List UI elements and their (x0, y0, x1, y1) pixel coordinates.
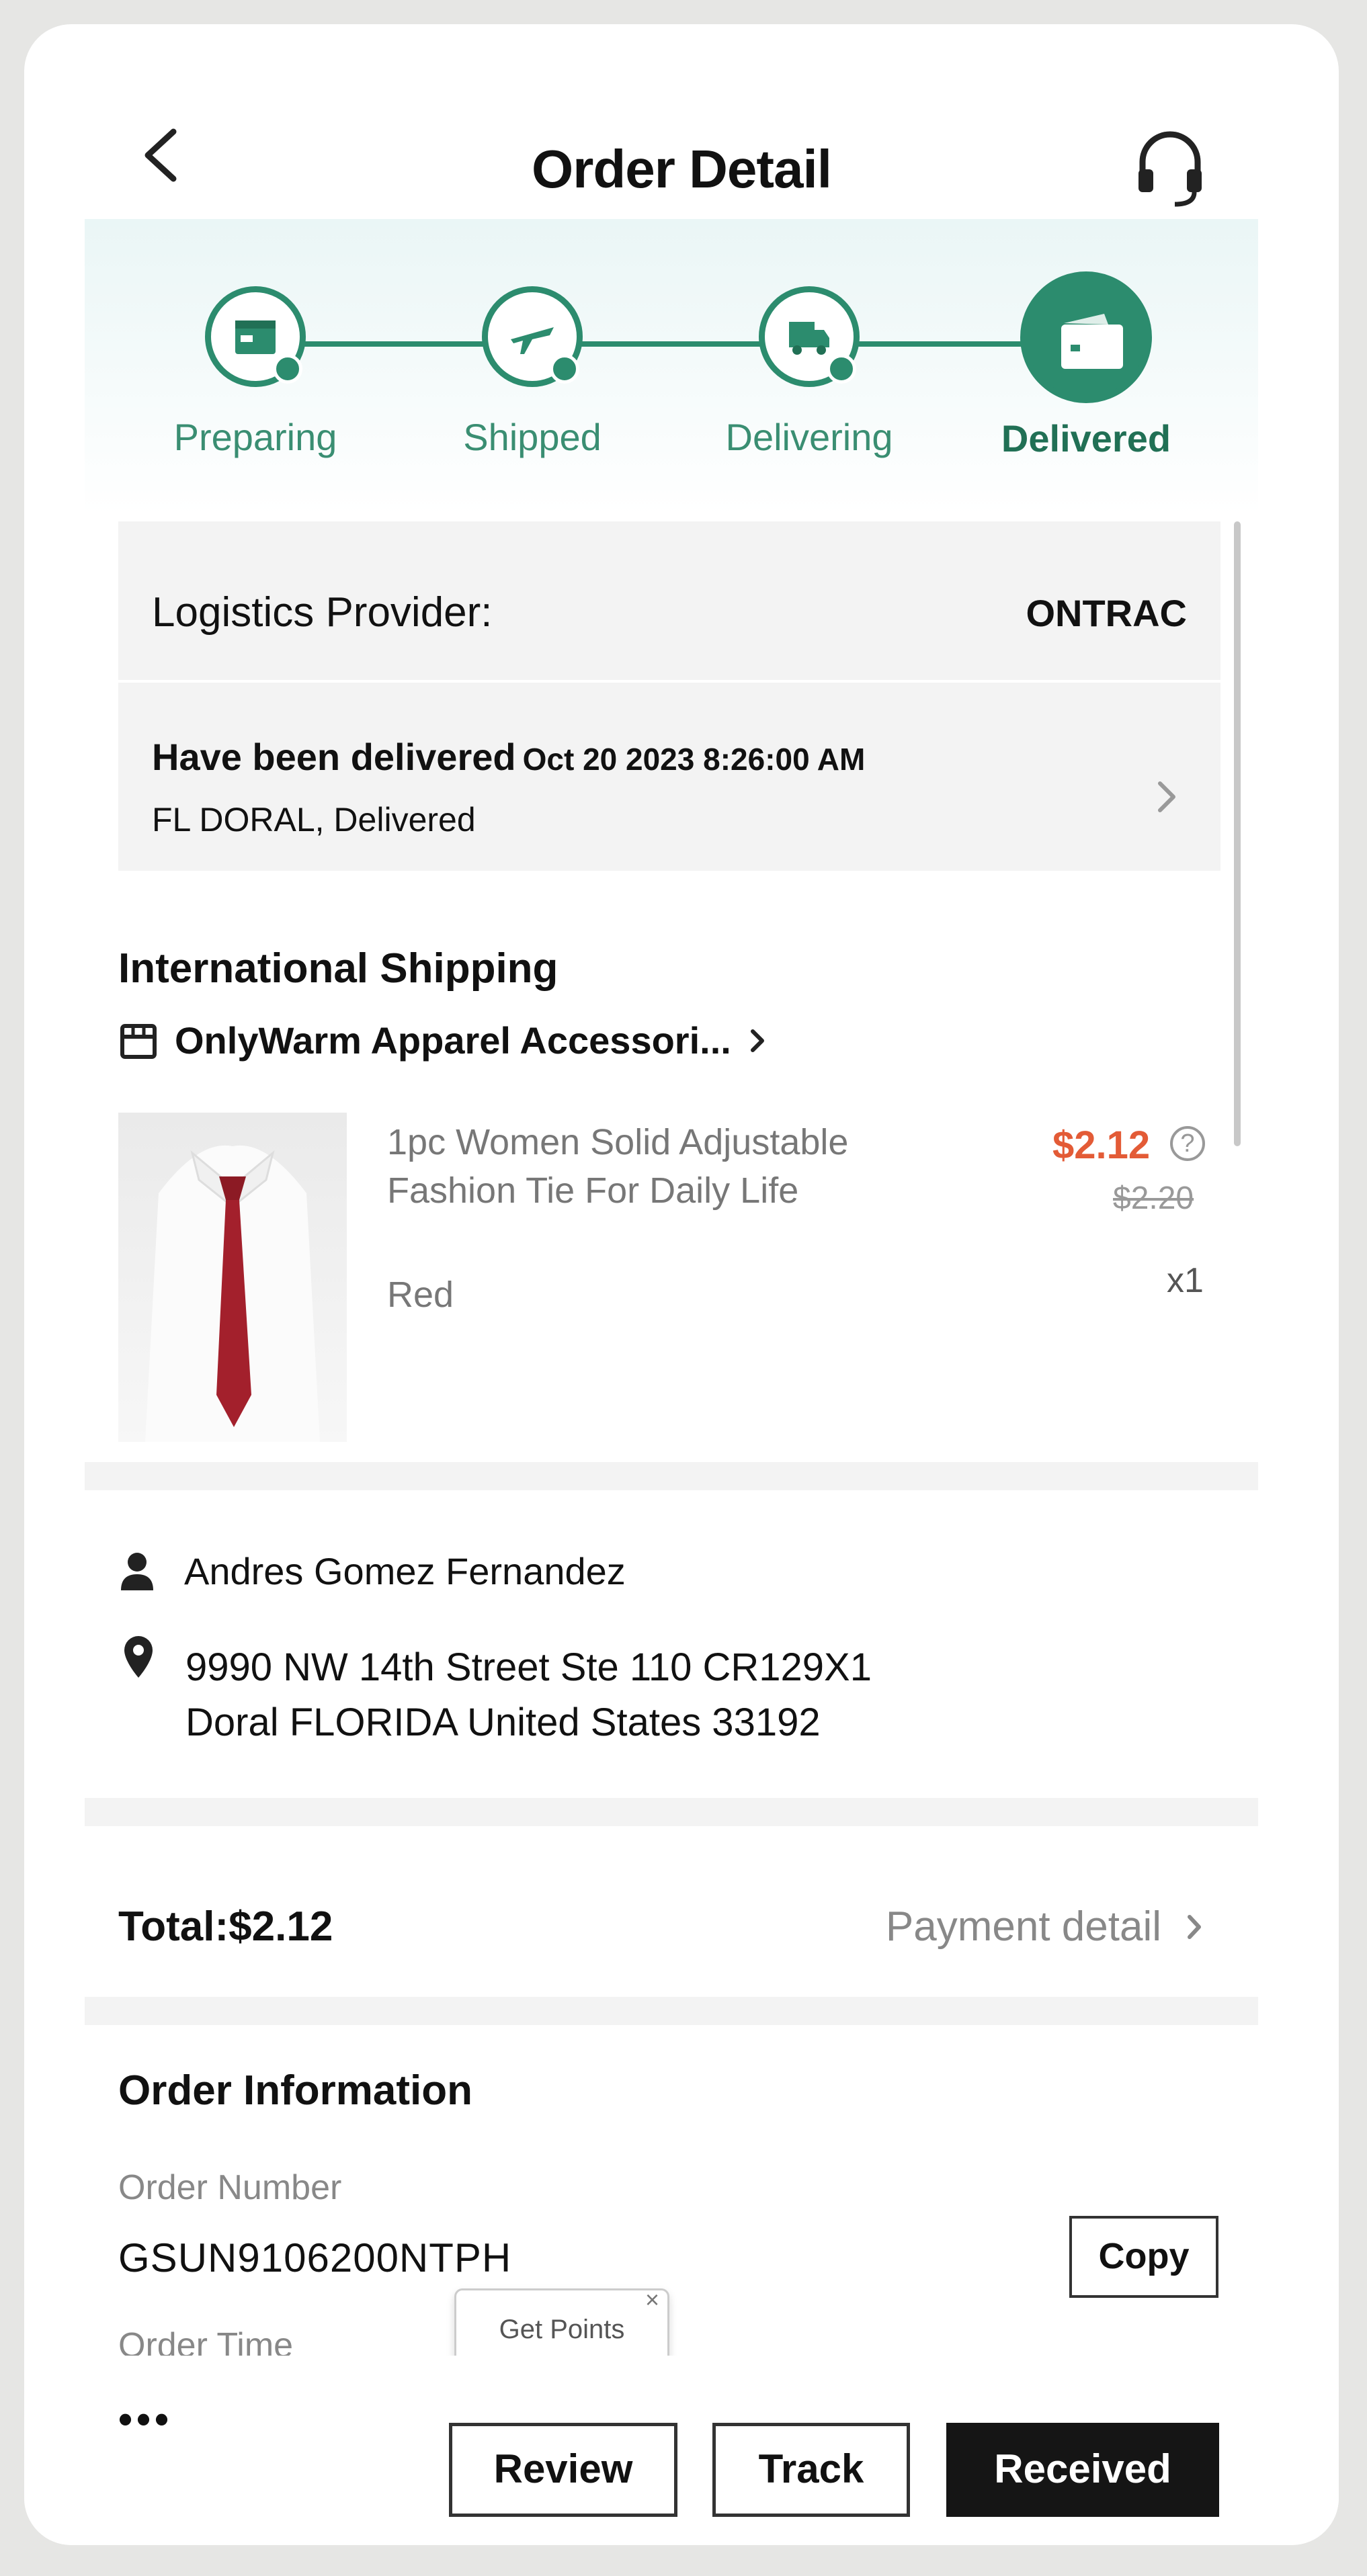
product-price: $2.12 (1052, 1123, 1151, 1167)
product-image[interactable] (118, 1113, 347, 1442)
progress-step-shipped: Shipped (411, 286, 653, 459)
bottom-action-bar: ••• Review Track Received (24, 2356, 1339, 2545)
store-name: OnlyWarm Apparel Accessori... (175, 1019, 731, 1062)
more-options-button[interactable]: ••• (118, 2396, 173, 2442)
order-information-title: Order Information (118, 2067, 473, 2114)
step-circle (482, 286, 583, 387)
step-circle (759, 286, 860, 387)
chevron-right-icon (750, 1029, 764, 1052)
check-icon (273, 354, 302, 384)
store-icon (120, 1023, 157, 1059)
step-circle (205, 286, 306, 387)
check-icon (550, 354, 579, 384)
wallet-icon (1061, 314, 1123, 369)
phone-screen: Order Detail Preparing Shipped Deliverin… (24, 24, 1339, 2545)
tooltip-text: Get Points (499, 2315, 625, 2344)
step-circle-active (1020, 271, 1152, 403)
check-icon (827, 354, 856, 384)
payment-detail-link[interactable]: Payment detail (886, 1903, 1204, 1950)
shipment-progress-tracker: Preparing Shipped Delivering Delivered (85, 219, 1258, 515)
progress-step-delivering: Delivering (688, 286, 930, 459)
review-button[interactable]: Review (449, 2423, 677, 2517)
step-label: Shipped (463, 416, 602, 458)
delivery-status-time: Oct 20 2023 8:26:00 AM (522, 742, 866, 777)
tie-product-photo (145, 1145, 320, 1442)
address-line-2: Doral FLORIDA United States 33192 (185, 1701, 821, 1744)
track-button[interactable]: Track (712, 2423, 910, 2517)
product-quantity: x1 (1167, 1261, 1204, 1300)
progress-step-delivered: Delivered (965, 271, 1207, 460)
address-text: 9990 NW 14th Street Ste 110 CR129X1 Dora… (185, 1640, 872, 1750)
help-icon[interactable]: ? (1170, 1126, 1205, 1161)
delivery-status: Have been delivered Oct 20 2023 8:26:00 A… (152, 735, 865, 779)
plane-icon (511, 327, 554, 354)
header: Order Detail (24, 24, 1339, 212)
recipient-name: Andres Gomez Fernandez (184, 1550, 626, 1592)
shipping-section-title: International Shipping (118, 945, 558, 992)
step-label: Delivered (1001, 417, 1171, 460)
package-icon (235, 320, 276, 354)
store-link[interactable]: OnlyWarm Apparel Accessori... (118, 1019, 768, 1062)
truck-icon (789, 322, 829, 355)
chevron-right-icon (1158, 781, 1175, 812)
section-divider (85, 1798, 1258, 1826)
customer-service-button[interactable] (1133, 125, 1207, 212)
delivery-status-location: FL DORAL, Delivered (152, 801, 476, 839)
address-line-1: 9990 NW 14th Street Ste 110 CR129X1 (185, 1645, 872, 1689)
delivery-status-title: Have been delivered (152, 736, 516, 778)
order-total: Total:$2.12 (118, 1903, 333, 1950)
order-number-label: Order Number (118, 2168, 342, 2207)
headset-icon (1138, 131, 1202, 207)
progress-step-preparing: Preparing (134, 286, 376, 459)
copy-button[interactable]: Copy (1069, 2216, 1218, 2298)
logistics-provider-label: Logistics Provider: (152, 589, 493, 636)
logistics-card: Logistics Provider: ONTRAC Have been del… (118, 521, 1220, 871)
payment-detail-label: Payment detail (885, 1903, 1161, 1950)
received-button[interactable]: Received (946, 2423, 1219, 2517)
scrollbar[interactable] (1234, 521, 1241, 1146)
person-icon (121, 1552, 153, 1590)
progress-line (255, 341, 1075, 347)
location-pin-icon (124, 1636, 153, 1678)
close-icon[interactable]: × (645, 2286, 659, 2313)
step-label: Preparing (173, 416, 337, 458)
recipient-name-row: Andres Gomez Fernandez (118, 1549, 626, 1593)
product-title[interactable]: 1pc Women Solid Adjustable Fashion Tie F… (387, 1118, 938, 1215)
section-divider (85, 1462, 1258, 1490)
product-original-price: $2.20 (1113, 1180, 1194, 1216)
chevron-right-icon (1188, 1914, 1201, 1939)
step-label: Delivering (725, 416, 893, 458)
order-number-value: GSUN9106200NTPH (118, 2235, 512, 2280)
logistics-provider-value: ONTRAC (1026, 592, 1187, 634)
product-variant: Red (387, 1275, 454, 1315)
section-divider (85, 1997, 1258, 2025)
